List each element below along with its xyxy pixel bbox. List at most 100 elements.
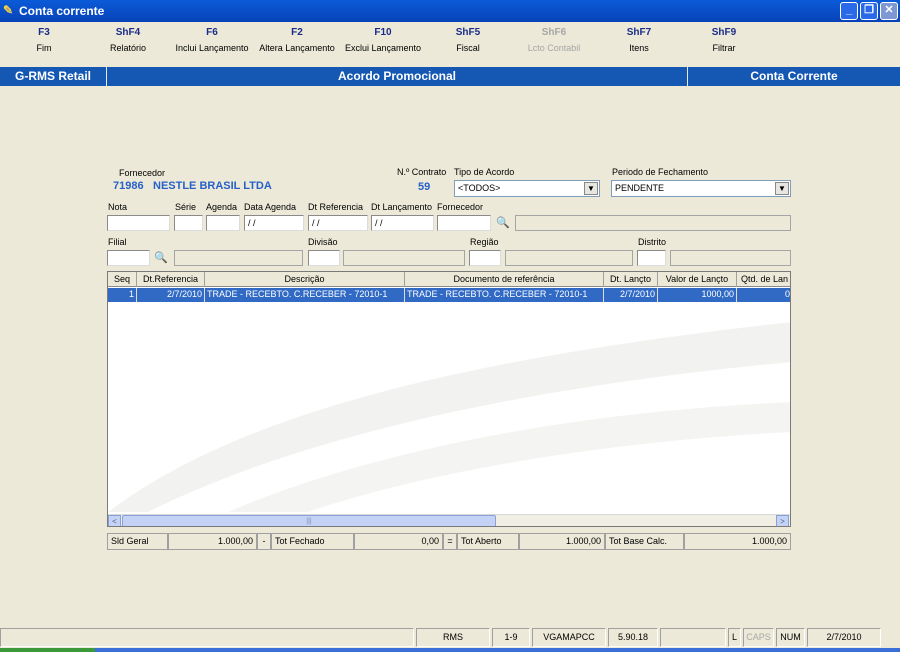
periodo-value: PENDENTE (615, 183, 665, 193)
cell-documento: TRADE - RECEBTO. C.RECEBER - 72010-1 (405, 288, 604, 302)
minimize-icon[interactable]: _ (840, 2, 858, 20)
serie-label: Série (175, 202, 197, 212)
column-header-seq[interactable]: Seq (108, 272, 137, 287)
serie-input[interactable] (174, 215, 203, 231)
nota-input[interactable] (107, 215, 170, 231)
start-button-strip[interactable] (0, 648, 95, 652)
column-header-dt-referencia[interactable]: Dt.Referencia (137, 272, 205, 287)
toolbar-label: Lcto Contabil (527, 43, 581, 53)
table-row[interactable]: 1 2/7/2010 TRADE - RECEBTO. C.RECEBER - … (108, 288, 790, 302)
periodo-label: Periodo de Fechamento (612, 167, 709, 177)
fornecedor-code: 71986 (113, 180, 144, 192)
divisao-label: Divisão (308, 237, 338, 247)
cell-descricao: TRADE - RECEBTO. C.RECEBER - 72010-1 (205, 288, 405, 302)
data-agenda-input[interactable]: / / (244, 215, 304, 231)
chevron-down-icon[interactable]: ▼ (584, 182, 598, 195)
divisao-input[interactable] (308, 250, 340, 266)
binoculars-icon[interactable]: 🔍 (153, 250, 169, 266)
divisao-name (343, 250, 465, 266)
filial-input[interactable] (107, 250, 150, 266)
scroll-right-icon[interactable]: > (776, 515, 789, 526)
band-screen-title: Conta Corrente (750, 69, 838, 83)
toolbar-button-fim[interactable]: F3 Fim (0, 26, 88, 55)
contrato-label: N.º Contrato (397, 167, 447, 177)
column-header-documento[interactable]: Documento de referência (405, 272, 604, 287)
toolbar-button-relatorio[interactable]: ShF4 Relatório (84, 26, 172, 55)
toolbar-button-filtrar[interactable]: ShF9 Filtrar (680, 26, 768, 55)
column-header-descricao[interactable]: Descrição (205, 272, 405, 287)
status-date: 2/7/2010 (807, 628, 881, 647)
restore-icon[interactable]: ❐ (860, 2, 878, 20)
nota-label: Nota (108, 202, 128, 212)
distrito-label: Distrito (638, 237, 667, 247)
sld-geral-label: Sld Geral (107, 533, 168, 550)
lancamentos-grid[interactable]: Seq Dt.Referencia Descrição Documento de… (107, 271, 791, 527)
cell-valor: 1000,00 (658, 288, 737, 302)
toolbar-button-inclui-lancamento[interactable]: F6 Inclui Lançamento (168, 26, 256, 55)
scrollbar-thumb[interactable]: ||| (122, 515, 496, 526)
periodo-select[interactable]: PENDENTE ▼ (611, 180, 791, 197)
toolbar-key: F10 (374, 27, 392, 38)
status-app: RMS (416, 628, 490, 647)
toolbar-label: Exclui Lançamento (344, 43, 422, 53)
band-app-name: G-RMS Retail (14, 69, 91, 83)
toolbar-key: ShF4 (115, 27, 141, 38)
app-icon: ✎ (3, 3, 14, 17)
agenda-input[interactable] (206, 215, 240, 231)
toolbar-key: ShF5 (455, 27, 481, 38)
scroll-left-icon[interactable]: < (108, 515, 121, 526)
window-title: Conta corrente (19, 4, 105, 18)
toolbar-key: F3 (38, 27, 50, 38)
toolbar-key: F2 (291, 27, 303, 38)
header-band: G-RMS Retail Acordo Promocional Conta Co… (0, 67, 900, 86)
status-version: 5.90.18 (608, 628, 658, 647)
binoculars-icon[interactable]: 🔍 (495, 215, 511, 231)
toolbar-button-exclui-lancamento[interactable]: F10 Exclui Lançamento (339, 26, 427, 55)
sld-geral-value: 1.000,00 (168, 533, 257, 550)
dt-lancamento-input[interactable]: / / (371, 215, 434, 231)
fornecedor-filter-input[interactable] (437, 215, 491, 231)
tot-fechado-label: Tot Fechado (271, 533, 354, 550)
toolbar-key: F6 (206, 27, 218, 38)
cell-dt-lancto: 2/7/2010 (604, 288, 658, 302)
close-icon[interactable]: ✕ (880, 2, 898, 20)
dt-referencia-input[interactable]: / / (308, 215, 368, 231)
minus-sign: - (257, 533, 271, 550)
distrito-input[interactable] (637, 250, 666, 266)
filial-label: Filial (108, 237, 127, 247)
column-header-qtd[interactable]: Qtd. de Lan (737, 272, 790, 287)
data-agenda-label: Data Agenda (244, 202, 297, 212)
horizontal-scrollbar[interactable]: < ||| > (108, 514, 790, 526)
tipo-acordo-label: Tipo de Acordo (454, 167, 515, 177)
toolbar-key: ShF6 (541, 27, 567, 38)
fornecedor-label: Fornecedor (119, 168, 166, 178)
toolbar-button-itens[interactable]: ShF7 Itens (595, 26, 683, 55)
toolbar-label: Filtrar (712, 43, 736, 53)
toolbar-button-fiscal[interactable]: ShF5 Fiscal (424, 26, 512, 55)
toolbar-button-altera-lancamento[interactable]: F2 Altera Lançamento (253, 26, 341, 55)
toolbar-label: Itens (629, 43, 649, 53)
toolbar-key: ShF9 (711, 27, 737, 38)
tot-base-label: Tot Base Calc. (605, 533, 684, 550)
column-header-dt-lancto[interactable]: Dt. Lançto (604, 272, 658, 287)
fornecedor-filter-label: Fornecedor (437, 202, 484, 212)
agenda-label: Agenda (206, 202, 238, 212)
regiao-input[interactable] (469, 250, 501, 266)
equals-sign: = (443, 533, 457, 550)
toolbar-button-lcto-contabil: ShF6 Lcto Contabil (510, 26, 598, 55)
cell-seq: 1 (108, 288, 137, 302)
watermark-swoosh (108, 322, 790, 512)
toolbar-label: Fiscal (456, 43, 480, 53)
toolbar-label: Fim (36, 43, 52, 53)
regiao-label: Região (470, 237, 499, 247)
title-bar[interactable]: ✎ Conta corrente _ ❐ ✕ (0, 0, 900, 22)
status-blank (660, 628, 726, 647)
chevron-down-icon[interactable]: ▼ (775, 182, 789, 195)
column-header-valor[interactable]: Valor de Lançto (658, 272, 737, 287)
tipo-acordo-select[interactable]: <TODOS> ▼ (454, 180, 600, 197)
status-num: NUM (776, 628, 805, 647)
toolbar-label: Inclui Lançamento (175, 43, 249, 53)
status-l: L (728, 628, 741, 647)
filial-name (174, 250, 303, 266)
dt-referencia-label: Dt Referencia (308, 202, 364, 212)
